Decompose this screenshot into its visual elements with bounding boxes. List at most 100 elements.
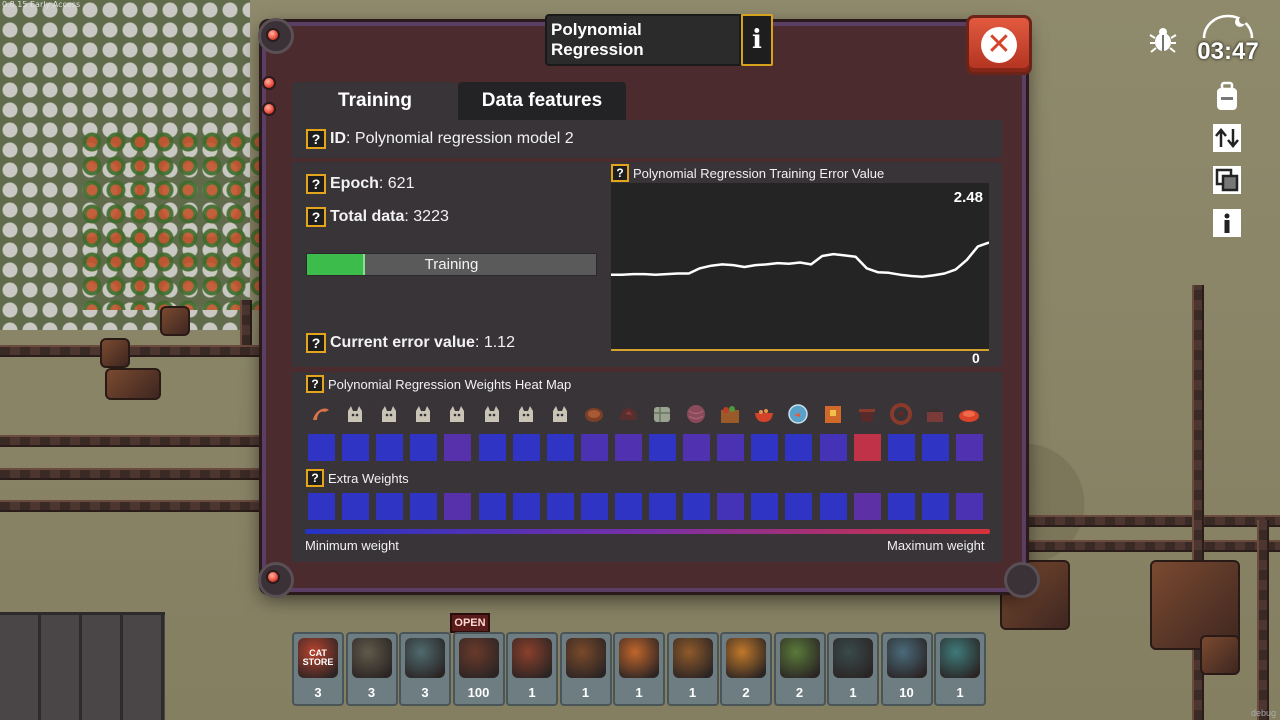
extra-weight-cell[interactable] bbox=[376, 493, 404, 520]
extra-weight-cell[interactable] bbox=[819, 493, 847, 520]
hotbar-slot-research-lab[interactable]: 10 bbox=[880, 632, 933, 706]
id-value: : Polynomial regression model 2 bbox=[346, 130, 574, 147]
weight-cell[interactable] bbox=[308, 434, 335, 461]
help-button[interactable]: ? bbox=[306, 333, 326, 353]
hotbar-slot-turret[interactable]: 1 bbox=[934, 632, 986, 706]
machine[interactable] bbox=[105, 368, 161, 400]
weight-cell[interactable] bbox=[580, 434, 608, 461]
error-data-point bbox=[866, 267, 868, 269]
dialog-title-bar: Polynomial Regression i bbox=[545, 14, 775, 66]
extra-weight-cell[interactable] bbox=[853, 493, 881, 520]
weight-cell[interactable] bbox=[717, 434, 745, 461]
extra-weight-cell[interactable] bbox=[444, 493, 472, 520]
hotbar-slot-generator[interactable]: 1 bbox=[827, 632, 879, 706]
hotbar-slot-drill[interactable]: 1 bbox=[613, 632, 665, 706]
close-icon: ✕ bbox=[981, 27, 1017, 63]
weight-cell[interactable] bbox=[410, 434, 438, 461]
hotbar-slot-count: 1 bbox=[528, 685, 536, 700]
extra-weight-cell[interactable] bbox=[580, 493, 608, 520]
bug-icon[interactable] bbox=[1146, 24, 1180, 56]
extra-weight-cell[interactable] bbox=[785, 493, 813, 520]
weight-cell[interactable] bbox=[342, 434, 370, 461]
machine[interactable] bbox=[100, 338, 130, 368]
title-info-button[interactable]: i bbox=[741, 14, 773, 66]
machine[interactable] bbox=[1200, 635, 1240, 675]
extra-weight-cell[interactable] bbox=[308, 493, 335, 520]
weight-cell[interactable] bbox=[819, 434, 847, 461]
weight-cell[interactable] bbox=[376, 434, 404, 461]
hotbar-slot-robot-arm[interactable]: 3 bbox=[399, 632, 451, 706]
extra-weight-cell[interactable] bbox=[614, 493, 642, 520]
hotbar-slot-smelter[interactable]: 1 bbox=[666, 632, 719, 706]
sort-icon[interactable] bbox=[1211, 122, 1243, 154]
food-bowl-icon bbox=[751, 401, 777, 427]
extra-weight-cell[interactable] bbox=[410, 493, 438, 520]
help-button[interactable]: ? bbox=[306, 375, 324, 393]
extra-weight-cell[interactable] bbox=[478, 493, 506, 520]
weight-cell[interactable] bbox=[546, 434, 574, 461]
help-button[interactable]: ? bbox=[611, 164, 629, 182]
weight-cell[interactable] bbox=[751, 434, 779, 461]
backpack-icon[interactable] bbox=[1211, 80, 1243, 112]
conveyor-belt bbox=[0, 500, 265, 512]
garden-icon bbox=[779, 638, 820, 678]
error-data-point bbox=[921, 276, 923, 278]
conveyor-belt bbox=[0, 345, 265, 357]
layers-icon[interactable] bbox=[1211, 164, 1243, 196]
weight-cell[interactable] bbox=[921, 434, 949, 461]
tab-training[interactable]: Training bbox=[292, 82, 458, 120]
extra-weight-cell[interactable] bbox=[955, 493, 983, 520]
error-series-line bbox=[611, 241, 990, 278]
extra-weight-cell[interactable] bbox=[751, 493, 779, 520]
conveyor-belt bbox=[0, 468, 265, 480]
weight-cell[interactable] bbox=[649, 434, 676, 461]
weight-cell[interactable] bbox=[444, 434, 472, 461]
ore-icon bbox=[615, 401, 641, 427]
hotbar-slot-furnace[interactable]: 1 bbox=[506, 632, 558, 706]
feature-icon-row bbox=[306, 401, 990, 429]
game-clock: 03:47 bbox=[1197, 38, 1259, 65]
help-button[interactable]: ? bbox=[306, 174, 326, 194]
weight-cell[interactable] bbox=[614, 434, 642, 461]
weight-cell[interactable] bbox=[853, 434, 881, 461]
help-button[interactable]: ? bbox=[306, 469, 324, 487]
extra-weight-cell[interactable] bbox=[921, 493, 949, 520]
cat-icon bbox=[410, 401, 436, 427]
extra-weights-title: Extra Weights bbox=[328, 470, 409, 486]
open-sign: OPEN bbox=[450, 613, 490, 633]
smelter-icon bbox=[672, 638, 713, 678]
extra-weight-cell[interactable] bbox=[717, 493, 745, 520]
help-button[interactable]: ? bbox=[306, 207, 326, 227]
weight-cell[interactable] bbox=[887, 434, 915, 461]
extra-weight-cell[interactable] bbox=[546, 493, 574, 520]
hotbar-slot-garden[interactable]: 2 bbox=[773, 632, 826, 706]
extra-weight-cell[interactable] bbox=[512, 493, 540, 520]
extra-weight-cell[interactable] bbox=[887, 493, 915, 520]
extra-weight-cell[interactable] bbox=[342, 493, 370, 520]
info-icon[interactable] bbox=[1211, 207, 1243, 239]
hotbar-slot-cat-house[interactable]: 3 bbox=[345, 632, 398, 706]
hotbar-slot-count: 2 bbox=[742, 685, 750, 700]
error-data-point bbox=[788, 263, 790, 265]
weight-cell[interactable] bbox=[785, 434, 813, 461]
yarn-icon bbox=[683, 401, 709, 427]
hotbar-slot-assembler[interactable]: 1 bbox=[559, 632, 612, 706]
hotbar-slot-crafter[interactable]: 2 bbox=[720, 632, 772, 706]
weight-cell[interactable] bbox=[512, 434, 540, 461]
conveyor-belt bbox=[1025, 540, 1280, 552]
hotbar-slot-cat-store[interactable]: CAT STORE 3 bbox=[292, 632, 344, 706]
hotbar-slot-conveyor-belt[interactable]: 100 bbox=[452, 632, 505, 706]
crate-icon bbox=[717, 401, 743, 427]
shrimp-icon bbox=[308, 401, 334, 427]
tab-data-features[interactable]: Data features bbox=[458, 82, 626, 120]
machine[interactable] bbox=[160, 306, 190, 336]
extra-weight-cell[interactable] bbox=[649, 493, 676, 520]
weight-cell[interactable] bbox=[478, 434, 506, 461]
weight-cell[interactable] bbox=[683, 434, 711, 461]
heatmap-title-row: ? Polynomial Regression Weights Heat Map bbox=[306, 375, 571, 393]
weight-cell[interactable] bbox=[955, 434, 983, 461]
stone-icon bbox=[649, 401, 675, 427]
help-button[interactable]: ? bbox=[306, 129, 326, 149]
close-button[interactable]: ✕ bbox=[966, 15, 1032, 75]
extra-weight-cell[interactable] bbox=[683, 493, 711, 520]
